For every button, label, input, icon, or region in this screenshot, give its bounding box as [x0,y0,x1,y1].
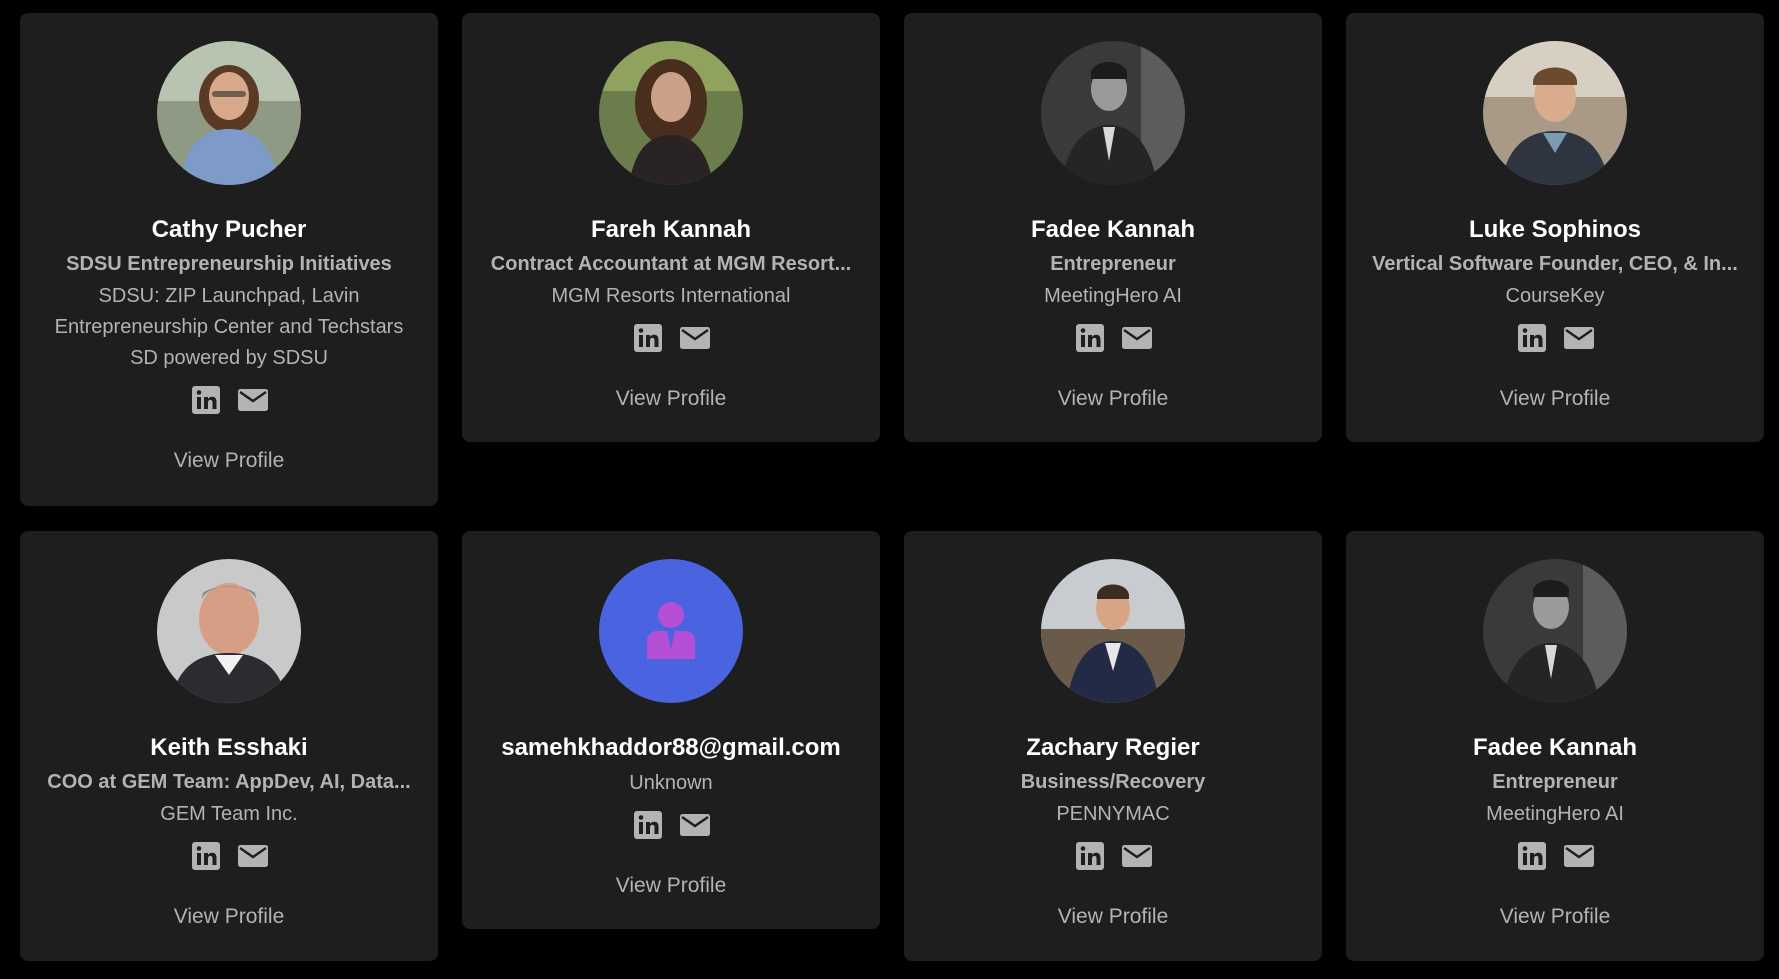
person-title: Contract Accountant at MGM Resort... [490,253,852,275]
view-profile-link[interactable]: View Profile [1500,386,1611,412]
person-company: GEM Team Inc. [160,803,298,825]
person-name: samehkhaddor88@gmail.com [501,734,841,761]
linkedin-icon[interactable] [1518,324,1546,352]
linkedin-icon[interactable] [192,842,220,870]
linkedin-icon[interactable] [634,811,662,839]
email-icon[interactable] [680,324,710,352]
person-card: Fadee Kannah Entrepreneur MeetingHero AI… [904,13,1322,442]
linkedin-icon[interactable] [192,386,220,414]
view-profile-link[interactable]: View Profile [174,448,285,474]
avatar [1041,559,1185,703]
person-company: MeetingHero AI [1486,803,1624,825]
placeholder-person-icon [599,559,743,703]
view-profile-link[interactable]: View Profile [1058,904,1169,930]
person-name: Cathy Pucher [151,216,307,243]
avatar [157,41,301,185]
email-icon[interactable] [1122,324,1152,352]
contact-icons [1076,324,1152,352]
person-title: SDSU Entrepreneurship Initiatives [66,253,392,275]
person-name: Keith Esshaki [150,734,308,761]
linkedin-icon[interactable] [1518,842,1546,870]
person-title: Vertical Software Founder, CEO, & In... [1372,253,1738,275]
avatar [1483,41,1627,185]
person-company: MeetingHero AI [1044,285,1182,307]
people-grid: Cathy Pucher SDSU Entrepreneurship Initi… [0,0,1779,979]
contact-icons [192,842,268,870]
avatar [1483,559,1627,703]
linkedin-icon[interactable] [634,324,662,352]
avatar [1041,41,1185,185]
view-profile-link[interactable]: View Profile [174,904,285,930]
person-name: Fadee Kannah [1472,734,1638,761]
person-card: samehkhaddor88@gmail.com Unknown View Pr… [462,531,880,929]
email-icon[interactable] [1564,324,1594,352]
email-icon[interactable] [1122,842,1152,870]
person-name: Fareh Kannah [590,216,752,243]
email-icon[interactable] [238,386,268,414]
person-card: Keith Esshaki COO at GEM Team: AppDev, A… [20,531,438,961]
person-company: MGM Resorts International [551,285,791,307]
person-company: Unknown [629,772,713,794]
avatar [157,559,301,703]
contact-icons [634,324,710,352]
email-icon[interactable] [238,842,268,870]
view-profile-link[interactable]: View Profile [1500,904,1611,930]
person-company: PENNYMAC [1056,803,1170,825]
linkedin-icon[interactable] [1076,324,1104,352]
person-name: Fadee Kannah [1030,216,1196,243]
contact-icons [1076,842,1152,870]
email-icon[interactable] [680,811,710,839]
person-card: Fadee Kannah Entrepreneur MeetingHero AI… [1346,531,1764,961]
person-card: Fareh Kannah Contract Accountant at MGM … [462,13,880,442]
person-company: CourseKey [1505,285,1605,307]
person-name: Zachary Regier [1026,734,1200,761]
person-card: Cathy Pucher SDSU Entrepreneurship Initi… [20,13,438,506]
person-card: Zachary Regier Business/Recovery PENNYMA… [904,531,1322,961]
person-name: Luke Sophinos [1468,216,1641,243]
avatar [599,41,743,185]
person-title: Entrepreneur [1492,771,1618,793]
contact-icons [1518,842,1594,870]
contact-icons [192,386,268,414]
email-icon[interactable] [1564,842,1594,870]
person-title: Business/Recovery [1020,771,1206,793]
contact-icons [1518,324,1594,352]
contact-icons [634,811,710,839]
person-card: Luke Sophinos Vertical Software Founder,… [1346,13,1764,442]
person-title: COO at GEM Team: AppDev, AI, Data... [47,771,411,793]
view-profile-link[interactable]: View Profile [616,386,727,412]
person-company: SDSU: ZIP Launchpad, Lavin Entrepreneurs… [54,285,404,369]
person-title: Entrepreneur [1050,253,1176,275]
view-profile-link[interactable]: View Profile [616,873,727,899]
view-profile-link[interactable]: View Profile [1058,386,1169,412]
linkedin-icon[interactable] [1076,842,1104,870]
